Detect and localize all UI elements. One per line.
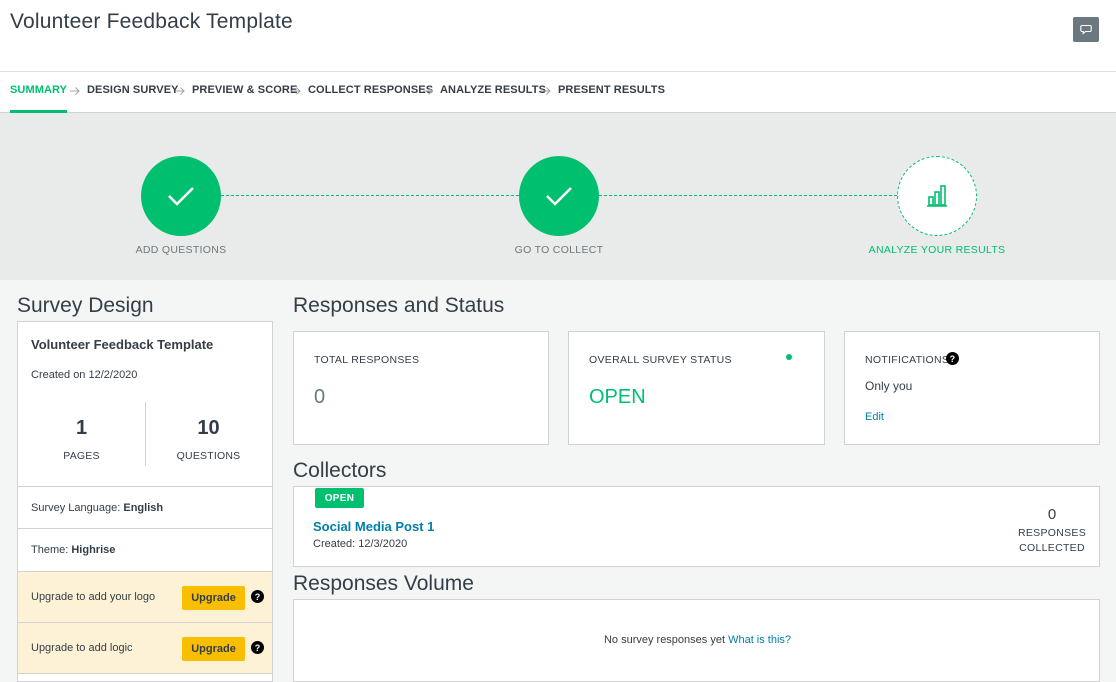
arrow-right-icon (175, 87, 185, 95)
upsell-logic-row: Upgrade to add logic Upgrade ? (18, 622, 272, 673)
pages-label: PAGES (63, 450, 100, 462)
collectors-heading: Collectors (293, 459, 387, 482)
survey-design-name: Volunteer Feedback Template (31, 337, 214, 352)
theme-label: Theme: (31, 544, 69, 556)
checkmark-icon (168, 187, 194, 206)
theme-row[interactable]: Theme: Highrise (18, 528, 272, 571)
tab-summary[interactable]: SUMMARY (10, 72, 68, 113)
upsell-logo-text: Upgrade to add your logo (31, 591, 156, 603)
help-icon[interactable]: ? (251, 641, 264, 654)
collector-created-date: Created: 12/3/2020 (313, 538, 408, 550)
upgrade-logo-button[interactable]: Upgrade (182, 586, 245, 610)
theme-value: Highrise (71, 544, 116, 556)
notifications-edit-link[interactable]: Edit (865, 411, 884, 423)
step-connector (221, 195, 519, 196)
page-header: Volunteer Feedback Template (0, 0, 1116, 72)
step-go-to-collect[interactable] (519, 156, 599, 236)
language-label: Survey Language: (31, 501, 121, 514)
step-connector (599, 195, 897, 196)
bar-chart-icon (927, 185, 947, 207)
tab-analyze-results[interactable]: ANALYZE RESULTS (440, 72, 546, 113)
comment-button[interactable] (1073, 17, 1099, 42)
responses-volume-heading: Responses Volume (293, 572, 474, 595)
step-add-questions[interactable] (141, 156, 221, 236)
survey-title: Volunteer Feedback Template (10, 10, 293, 33)
notifications-label: NOTIFICATIONS ? (865, 352, 959, 366)
help-icon[interactable]: ? (946, 352, 959, 365)
comment-icon (1080, 24, 1092, 35)
notifications-card: NOTIFICATIONS ? Only you Edit (844, 331, 1100, 445)
survey-nav: SUMMARY DESIGN SURVEY PREVIEW & SCORE CO… (0, 72, 1116, 113)
arrow-right-icon (423, 87, 433, 95)
progress-steps: ADD QUESTIONS GO TO COLLECT ANALYZE YOUR… (0, 113, 1116, 280)
survey-status-value[interactable]: OPEN (589, 386, 646, 409)
survey-design-card: Volunteer Feedback Template Created on 1… (17, 321, 273, 682)
step-analyze-results[interactable] (897, 156, 977, 236)
total-responses-label: TOTAL RESPONSES (314, 354, 420, 366)
survey-design-heading: Survey Design (17, 294, 154, 317)
collector-row: OPEN Social Media Post 1 Created: 12/3/2… (293, 486, 1100, 567)
tab-present-results[interactable]: PRESENT RESULTS (558, 72, 665, 113)
survey-created-date: Created on 12/2/2020 (31, 369, 138, 381)
checkmark-icon (546, 187, 572, 206)
questions-count: 10 (197, 417, 220, 439)
upgrade-logic-button[interactable]: Upgrade (182, 637, 245, 661)
tab-preview-score[interactable]: PREVIEW & SCORE (192, 72, 297, 113)
tab-collect-responses[interactable]: COLLECT RESPONSES (308, 72, 433, 113)
arrow-right-icon (541, 87, 551, 95)
status-dot-icon (786, 354, 792, 360)
survey-status-label: OVERALL SURVEY STATUS (589, 354, 732, 366)
tab-design-survey[interactable]: DESIGN SURVEY (87, 72, 179, 113)
arrow-right-icon (291, 87, 301, 95)
step-label-go-to-collect: GO TO COLLECT (514, 244, 604, 256)
what-is-this-link[interactable]: What is this? (728, 634, 791, 646)
questions-label: QUESTIONS (176, 450, 241, 462)
volume-message-text: No survey responses yet (603, 634, 726, 646)
notifications-label-text: NOTIFICATIONS (865, 354, 950, 366)
help-icon[interactable]: ? (251, 590, 264, 603)
collector-status-badge: OPEN (315, 488, 364, 508)
responses-status-heading: Responses and Status (293, 294, 505, 317)
collector-responses-label: RESPONSES COLLECTED (1002, 526, 1102, 556)
language-value: English (123, 501, 164, 514)
collector-responses-count: 0 (1047, 506, 1057, 523)
survey-language-row[interactable]: Survey Language: English (18, 486, 272, 528)
total-responses-value: 0 (314, 386, 326, 408)
pages-count: 1 (75, 417, 88, 439)
notifications-value: Only you (865, 379, 913, 393)
responses-label-line2: COLLECTED (1019, 542, 1085, 554)
total-responses-card: TOTAL RESPONSES 0 (293, 331, 549, 445)
step-label-analyze-results[interactable]: ANALYZE YOUR RESULTS (837, 244, 1037, 256)
upsell-logic-text: Upgrade to add logic (31, 642, 133, 654)
step-label-add-questions: ADD QUESTIONS (135, 244, 227, 256)
arrow-right-icon (70, 87, 80, 95)
upsell-logo-row: Upgrade to add your logo Upgrade ? (18, 571, 272, 622)
responses-label-line1: RESPONSES (1017, 527, 1087, 539)
survey-status-card: OVERALL SURVEY STATUS OPEN (568, 331, 825, 445)
volume-message: No survey responses yet What is this? (294, 634, 1101, 646)
responses-volume-card: No survey responses yet What is this? (293, 599, 1100, 682)
collector-name-link[interactable]: Social Media Post 1 (313, 519, 434, 534)
design-row-next (18, 673, 272, 682)
